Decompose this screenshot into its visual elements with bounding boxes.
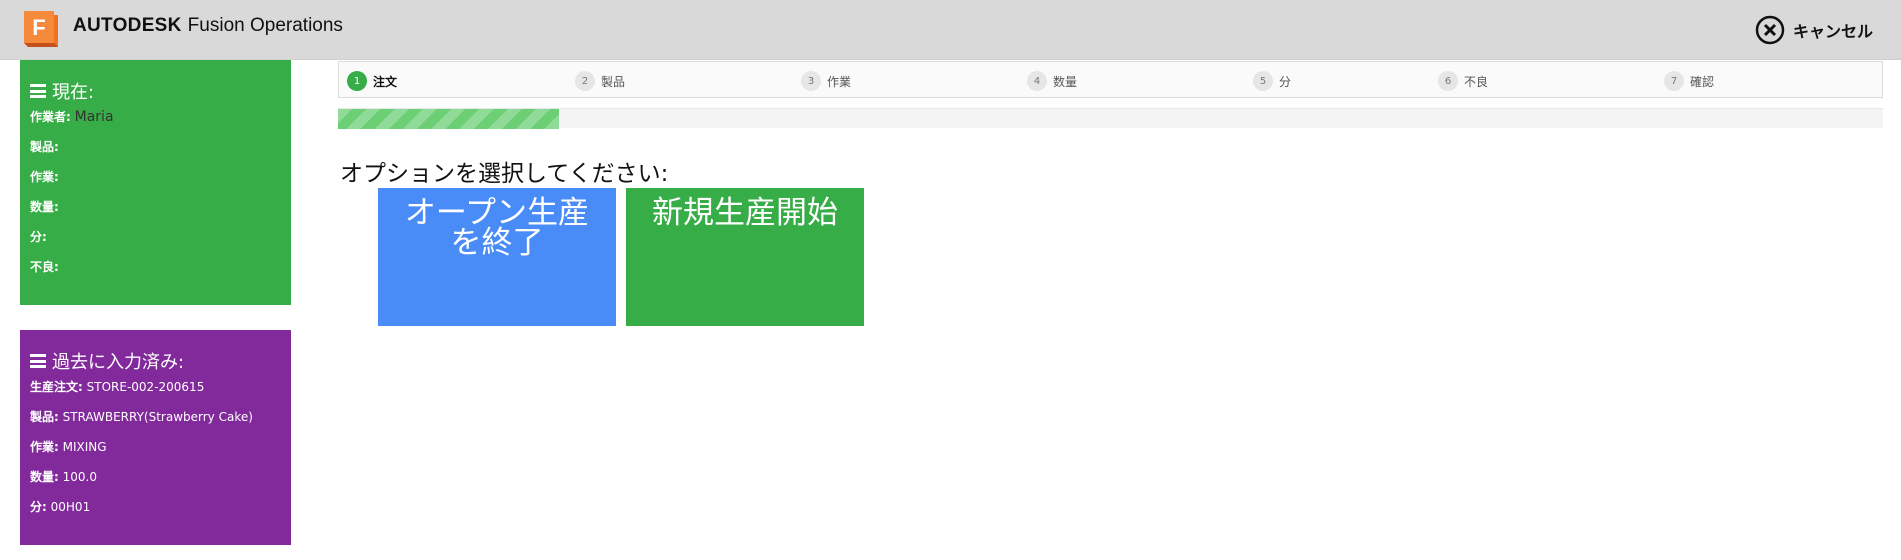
past-operation-value: MIXING [62,440,107,454]
past-panel-title: 過去に入力済み: [30,348,281,374]
wizard-steps: 1 注文 2 製品 3 作業 4 数量 5 分 6 不良 7 確認 [338,61,1883,98]
select-option-prompt: オプションを選択してください: [340,161,669,187]
past-row-minutes: 分: 00H01 [30,500,281,515]
past-order-value: STORE-002-200615 [86,380,205,394]
past-row-product: 製品: STRAWBERRY(Strawberry Cake) [30,410,281,425]
current-row-operation: 作業: [30,170,281,185]
end-open-production-button[interactable]: オープン生産 を終了 [378,188,616,326]
brand-name: AUTODESK [73,15,182,36]
past-quantity-label: 数量: [30,470,59,484]
current-operation-label: 作業: [30,170,59,184]
progress-bar [338,108,1883,129]
current-row-product: 製品: [30,140,281,155]
past-row-operation: 作業: MIXING [30,440,281,455]
past-quantity-value: 100.0 [62,470,97,484]
current-defects-label: 不良: [30,260,59,274]
past-minutes-value: 00H01 [50,500,91,514]
past-order-label: 生産注文: [30,380,83,394]
current-product-label: 製品: [30,140,59,154]
current-row-defects: 不良: [30,260,281,275]
step-number: 2 [575,71,595,91]
end-open-line1: オープン生産 [404,195,590,231]
step-label: 作業 [827,74,852,89]
past-entries-panel: 過去に入力済み: 生産注文: STORE-002-200615 製品: STRA… [20,330,291,545]
step-label: 確認 [1690,74,1715,89]
past-minutes-label: 分: [30,500,47,514]
close-circle-icon [1755,15,1785,45]
step-order[interactable]: 1 注文 [347,71,397,91]
current-operator-label: 作業者: [30,110,71,124]
step-number: 7 [1664,71,1684,91]
end-open-line2: を終了 [450,225,544,261]
current-panel-title: 現在: [30,78,281,104]
progress-fill [338,109,559,129]
past-product-label: 製品: [30,410,59,424]
step-defects[interactable]: 6 不良 [1438,71,1488,91]
fusion-logo-icon: F [20,9,62,51]
step-number: 3 [801,71,821,91]
past-operation-label: 作業: [30,440,59,454]
step-minutes[interactable]: 5 分 [1253,71,1291,91]
step-number: 4 [1027,71,1047,91]
step-quantity[interactable]: 4 数量 [1027,71,1077,91]
logo-letter: F [32,15,45,40]
step-number: 6 [1438,71,1458,91]
start-new-production-button[interactable]: 新規生産開始 [626,188,864,326]
menu-icon [30,354,46,368]
current-minutes-label: 分: [30,230,47,244]
step-label: 不良 [1464,74,1489,89]
cancel-label: キャンセル [1792,22,1873,41]
menu-icon [30,84,46,98]
step-label: 注文 [373,74,398,89]
step-product[interactable]: 2 製品 [575,71,625,91]
step-label: 数量 [1053,74,1078,89]
step-confirm[interactable]: 7 確認 [1664,71,1714,91]
app-title: AUTODESK Fusion Operations [73,15,343,37]
step-label: 製品 [601,74,626,89]
past-product-value: STRAWBERRY(Strawberry Cake) [62,410,253,424]
past-title-text: 過去に入力済み: [52,352,185,373]
step-number: 1 [347,71,367,91]
step-operation[interactable]: 3 作業 [801,71,851,91]
past-row-order: 生産注文: STORE-002-200615 [30,380,281,395]
current-row-operator: 作業者: Maria [30,110,281,125]
past-row-quantity: 数量: 100.0 [30,470,281,485]
current-operator-value: Maria [74,109,114,125]
current-title-text: 現在: [52,82,95,103]
top-header: F AUTODESK Fusion Operations キャンセル [0,0,1901,60]
current-panel: 現在: 作業者: Maria 製品: 作業: 数量: 分: 不良: [20,60,291,305]
current-quantity-label: 数量: [30,200,59,214]
product-name: Fusion Operations [187,15,343,36]
current-row-quantity: 数量: [30,200,281,215]
cancel-button[interactable]: キャンセル [1755,14,1873,46]
current-row-minutes: 分: [30,230,281,245]
step-label: 分 [1279,74,1292,89]
step-number: 5 [1253,71,1273,91]
new-production-label: 新規生産開始 [652,195,838,231]
